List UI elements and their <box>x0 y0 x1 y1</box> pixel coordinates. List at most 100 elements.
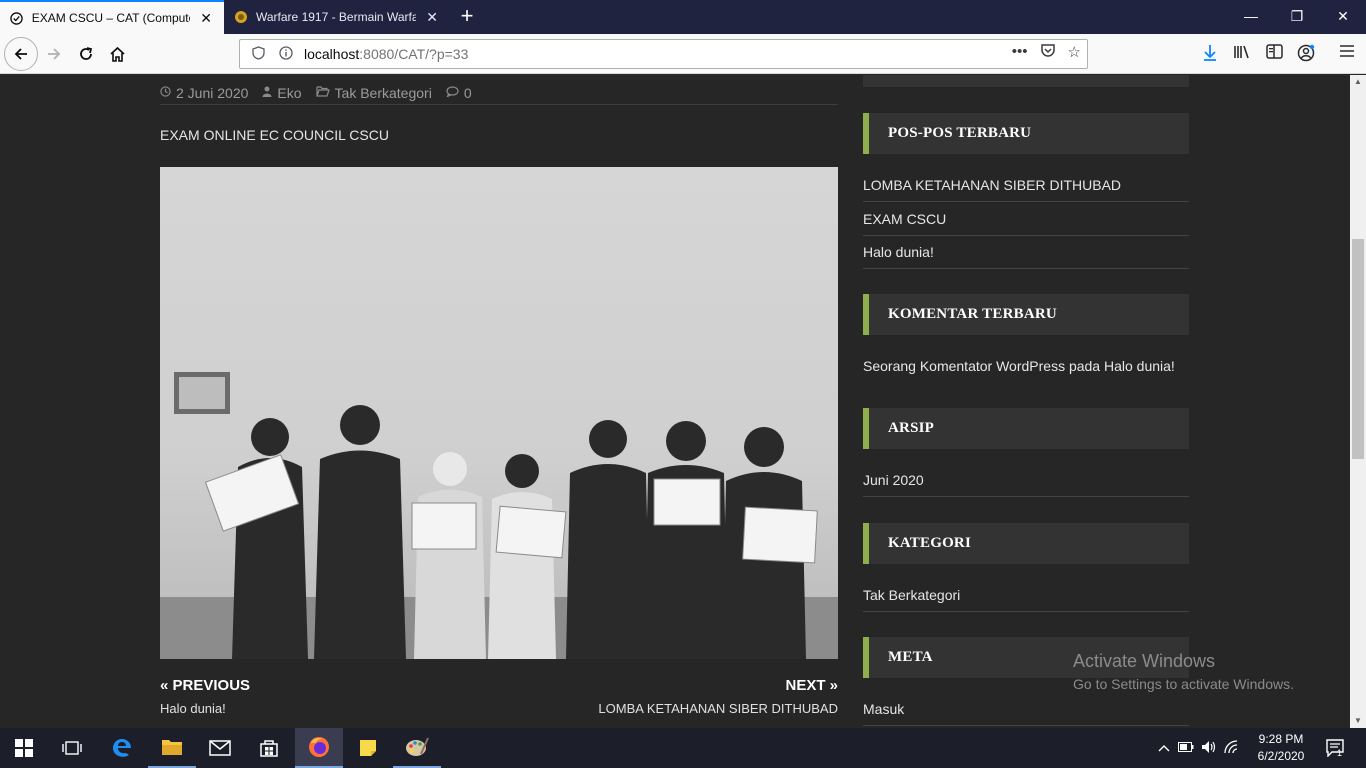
battery-icon[interactable] <box>1174 741 1198 755</box>
login-link[interactable]: Masuk <box>863 701 1189 726</box>
reload-icon <box>80 47 93 60</box>
paint-palette-icon <box>406 737 429 756</box>
mail-icon <box>209 740 231 756</box>
scroll-down-arrow-icon[interactable]: ▼ <box>1350 714 1366 728</box>
scrollbar-thumb[interactable] <box>1352 239 1364 459</box>
back-button[interactable] <box>4 37 38 71</box>
search-widget-partial <box>863 75 1189 87</box>
browser-tab-strip: EXAM CSCU – CAT (Computer ✕ Warfare 1917… <box>0 0 1366 34</box>
post-photo <box>160 167 838 659</box>
post-category[interactable]: Tak Berkategori <box>315 85 432 101</box>
sticky-notes-app[interactable] <box>344 728 392 768</box>
close-tab-icon[interactable]: ✕ <box>198 10 214 27</box>
recent-post-link[interactable]: Halo dunia! <box>863 244 1189 269</box>
store-bag-icon <box>260 740 278 757</box>
archive-link[interactable]: Juni 2020 <box>863 472 1189 497</box>
sidebar-toggle-icon[interactable] <box>1263 44 1285 64</box>
pocket-icon[interactable] <box>1040 43 1056 62</box>
url-bar[interactable]: localhost:8080/CAT/?p=33 ••• ☆ <box>239 39 1088 69</box>
chevron-up-icon[interactable] <box>1156 741 1172 755</box>
folder-icon <box>162 740 182 755</box>
file-explorer-app[interactable] <box>148 728 196 768</box>
store-app[interactable] <box>245 728 293 768</box>
windows-taskbar: 9:28 PM 6/2/2020 1 <box>0 728 1366 768</box>
windows-logo-icon <box>15 739 33 757</box>
clock-date: 6/2/2020 <box>1257 749 1305 763</box>
activate-windows-title: Activate Windows <box>1073 651 1216 671</box>
site-check-icon <box>10 11 24 25</box>
post-meta: 2 Juni 2020 Eko Tak Berkategori 0 <box>160 81 838 105</box>
home-button[interactable] <box>101 38 133 70</box>
folder-open-icon <box>315 85 330 100</box>
back-arrow-icon <box>14 48 27 60</box>
tab-title: Warfare 1917 - Bermain Warfar <box>256 10 417 24</box>
post-date-text: 2 Juni 2020 <box>176 84 249 101</box>
system-tray <box>1156 728 1242 768</box>
forward-button[interactable] <box>38 38 70 70</box>
url-host: localhost <box>304 46 360 62</box>
recent-post-link[interactable]: EXAM CSCU <box>863 211 1189 236</box>
recent-post-link[interactable]: LOMBA KETAHANAN SIBER DITHUBAD <box>863 177 1189 202</box>
task-view-button[interactable] <box>48 728 96 768</box>
edge-app[interactable] <box>98 728 146 768</box>
bookmark-star-icon[interactable]: ☆ <box>1068 43 1081 62</box>
new-tab-button[interactable]: + <box>454 4 480 30</box>
post-body-text: EXAM ONLINE EC COUNCIL CSCU <box>160 127 389 143</box>
group-photo-image <box>160 167 838 659</box>
next-post-link[interactable]: NEXT » <box>785 677 838 694</box>
tab-warfare[interactable]: Warfare 1917 - Bermain Warfar ✕ <box>224 0 450 34</box>
previous-post-title[interactable]: Halo dunia! <box>160 701 226 716</box>
reload-button[interactable] <box>70 38 102 70</box>
info-icon[interactable] <box>276 45 296 63</box>
tab-exam-cscu[interactable]: EXAM CSCU – CAT (Computer ✕ <box>0 0 224 34</box>
shield-icon[interactable] <box>248 45 268 63</box>
url-text[interactable]: localhost:8080/CAT/?p=33 <box>304 46 468 62</box>
restore-button[interactable]: ❐ <box>1274 0 1320 34</box>
home-icon <box>109 46 125 62</box>
volume-icon[interactable] <box>1198 740 1220 757</box>
edge-icon <box>113 739 131 757</box>
close-window-button[interactable]: ✕ <box>1320 0 1366 34</box>
mail-app[interactable] <box>196 728 244 768</box>
previous-post-link[interactable]: « PREVIOUS <box>160 677 250 694</box>
forward-arrow-icon <box>48 48 61 60</box>
notification-count: 1 <box>1337 748 1343 758</box>
close-tab-icon[interactable]: ✕ <box>424 9 440 26</box>
account-icon[interactable] <box>1295 44 1317 64</box>
notification-icon <box>1326 739 1344 757</box>
tab-title: EXAM CSCU – CAT (Computer <box>31 11 191 25</box>
post-author[interactable]: Eko <box>262 84 302 101</box>
post-comments[interactable]: 0 <box>446 85 472 101</box>
sticky-note-icon <box>360 740 376 756</box>
recent-posts-heading: POS-POS TERBARU <box>863 113 1189 154</box>
page-scrollbar[interactable]: ▲ ▼ <box>1350 75 1366 728</box>
next-post-title[interactable]: LOMBA KETAHANAN SIBER DITHUBAD <box>598 701 838 716</box>
category-link[interactable]: Tak Berkategori <box>863 587 1189 612</box>
firefox-icon <box>309 737 329 757</box>
post-author-text: Eko <box>277 84 302 101</box>
archives-heading: ARSIP <box>863 408 1189 449</box>
scroll-up-arrow-icon[interactable]: ▲ <box>1350 75 1366 89</box>
action-center-button[interactable]: 1 <box>1322 728 1350 768</box>
clock-time: 9:28 PM <box>1258 732 1304 746</box>
navigation-toolbar: localhost:8080/CAT/?p=33 ••• ☆ <box>0 34 1366 74</box>
page-actions-icon[interactable]: ••• <box>1012 43 1028 62</box>
task-view-icon <box>62 741 82 755</box>
comment-icon <box>446 85 459 100</box>
user-icon <box>262 86 272 100</box>
recent-comment-item[interactable]: Seorang Komentator WordPress pada Halo d… <box>863 358 1189 382</box>
clock-icon <box>160 85 171 100</box>
page-content: 2 Juni 2020 Eko Tak Berkategori 0 EXAM O… <box>0 75 1350 728</box>
paint-app[interactable] <box>393 728 441 768</box>
activate-windows-subtitle: Go to Settings to activate Windows. <box>1073 676 1294 692</box>
library-icon[interactable] <box>1231 44 1253 64</box>
minimize-button[interactable]: — <box>1228 0 1274 34</box>
download-icon[interactable] <box>1199 44 1221 64</box>
menu-icon[interactable] <box>1336 44 1358 64</box>
taskbar-clock[interactable]: 9:28 PM 6/2/2020 <box>1246 731 1316 765</box>
post-date[interactable]: 2 Juni 2020 <box>160 85 248 101</box>
wifi-icon[interactable] <box>1220 739 1242 757</box>
start-button[interactable] <box>0 728 48 768</box>
game-favicon-icon <box>234 10 248 24</box>
firefox-app[interactable] <box>295 728 343 768</box>
